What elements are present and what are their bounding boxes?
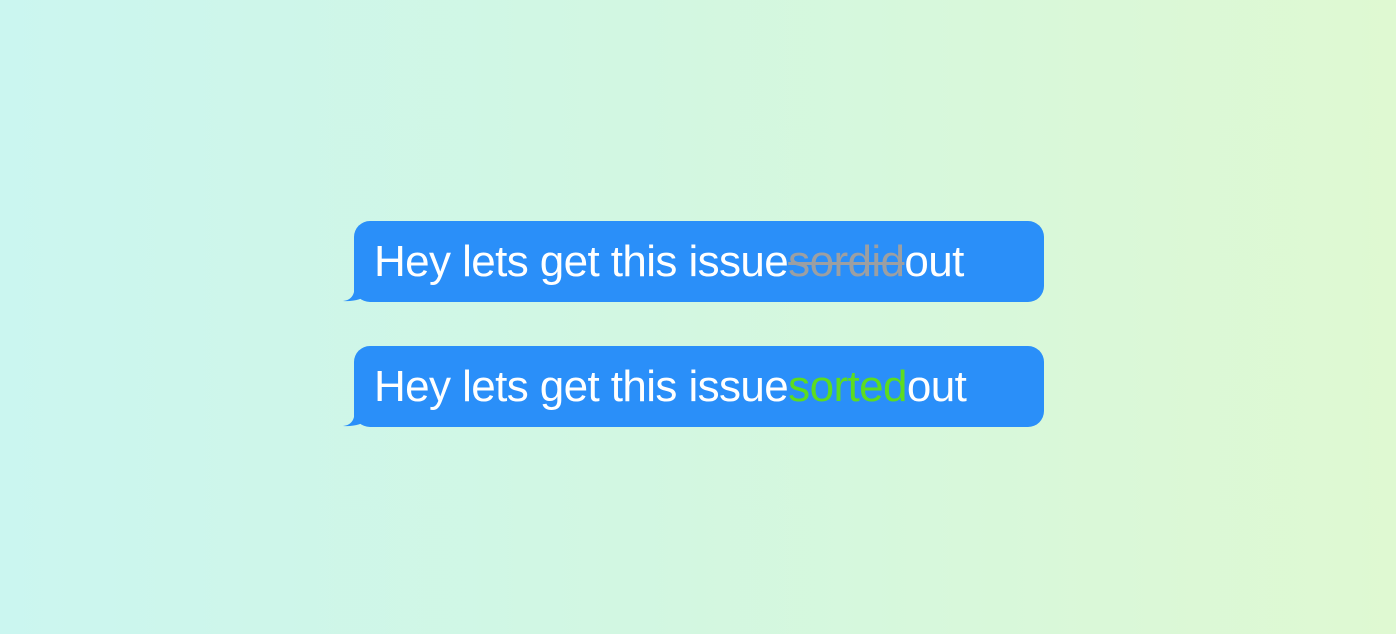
message-text: Hey lets get this issue sordid out <box>354 221 1044 302</box>
message-bubble-original[interactable]: Hey lets get this issue sordid out <box>343 221 1044 302</box>
message-suffix: out <box>906 361 967 411</box>
struck-word: sordid <box>788 236 905 286</box>
message-suffix: out <box>904 236 964 286</box>
message-bubble-corrected[interactable]: Hey lets get this issue sorted out <box>343 346 1044 427</box>
message-prefix: Hey lets get this issue <box>374 236 789 286</box>
message-text: Hey lets get this issue sorted out <box>354 346 1044 427</box>
message-prefix: Hey lets get this issue <box>374 361 789 411</box>
corrected-word: sorted <box>788 361 907 411</box>
